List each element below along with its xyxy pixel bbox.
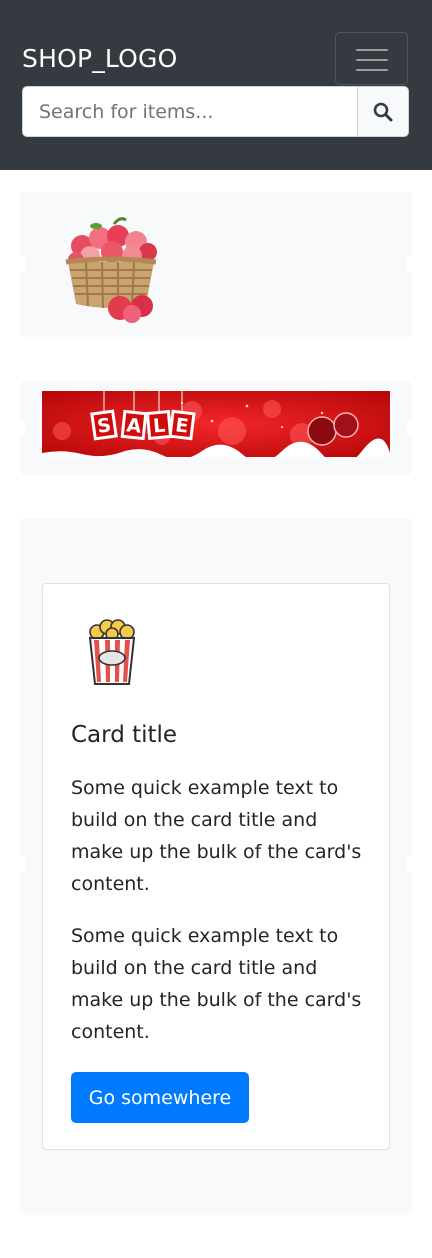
sale-banner: S A L E <box>42 391 390 457</box>
carousel-prev-button[interactable] <box>20 852 26 876</box>
carousel-next-button[interactable] <box>406 252 412 276</box>
product-card: Card title Some quick example text to bu… <box>42 583 390 1150</box>
menu-toggle-button[interactable] <box>335 32 408 85</box>
carousel-next-button[interactable] <box>406 852 412 876</box>
apple-basket-icon <box>65 217 157 323</box>
card-text: Some quick example text to build on the … <box>71 777 362 895</box>
carousel-prev-button[interactable] <box>20 416 26 440</box>
carousel-apples <box>20 192 412 337</box>
sale-letter: E <box>174 414 190 437</box>
carousel-prev-button[interactable] <box>20 252 26 276</box>
card-title: Card title <box>71 722 178 748</box>
sale-letter: A <box>125 414 142 437</box>
brand-logo[interactable]: SHOP_LOGO <box>22 44 178 73</box>
top-navbar: SHOP_LOGO <box>0 0 432 170</box>
carousel-next-button[interactable] <box>406 416 412 440</box>
carousel-card: Card title Some quick example text to bu… <box>20 518 412 1215</box>
search-input[interactable] <box>22 86 357 137</box>
popcorn-icon <box>88 619 136 685</box>
go-somewhere-button[interactable]: Go somewhere <box>71 1072 249 1123</box>
card-text: Some quick example text to build on the … <box>71 925 362 1043</box>
search-icon <box>373 102 393 121</box>
carousel-sale: S A L E <box>20 381 412 475</box>
search-button[interactable] <box>357 86 409 137</box>
hamburger-menu-icon <box>356 49 388 51</box>
sale-letter: L <box>152 415 166 438</box>
